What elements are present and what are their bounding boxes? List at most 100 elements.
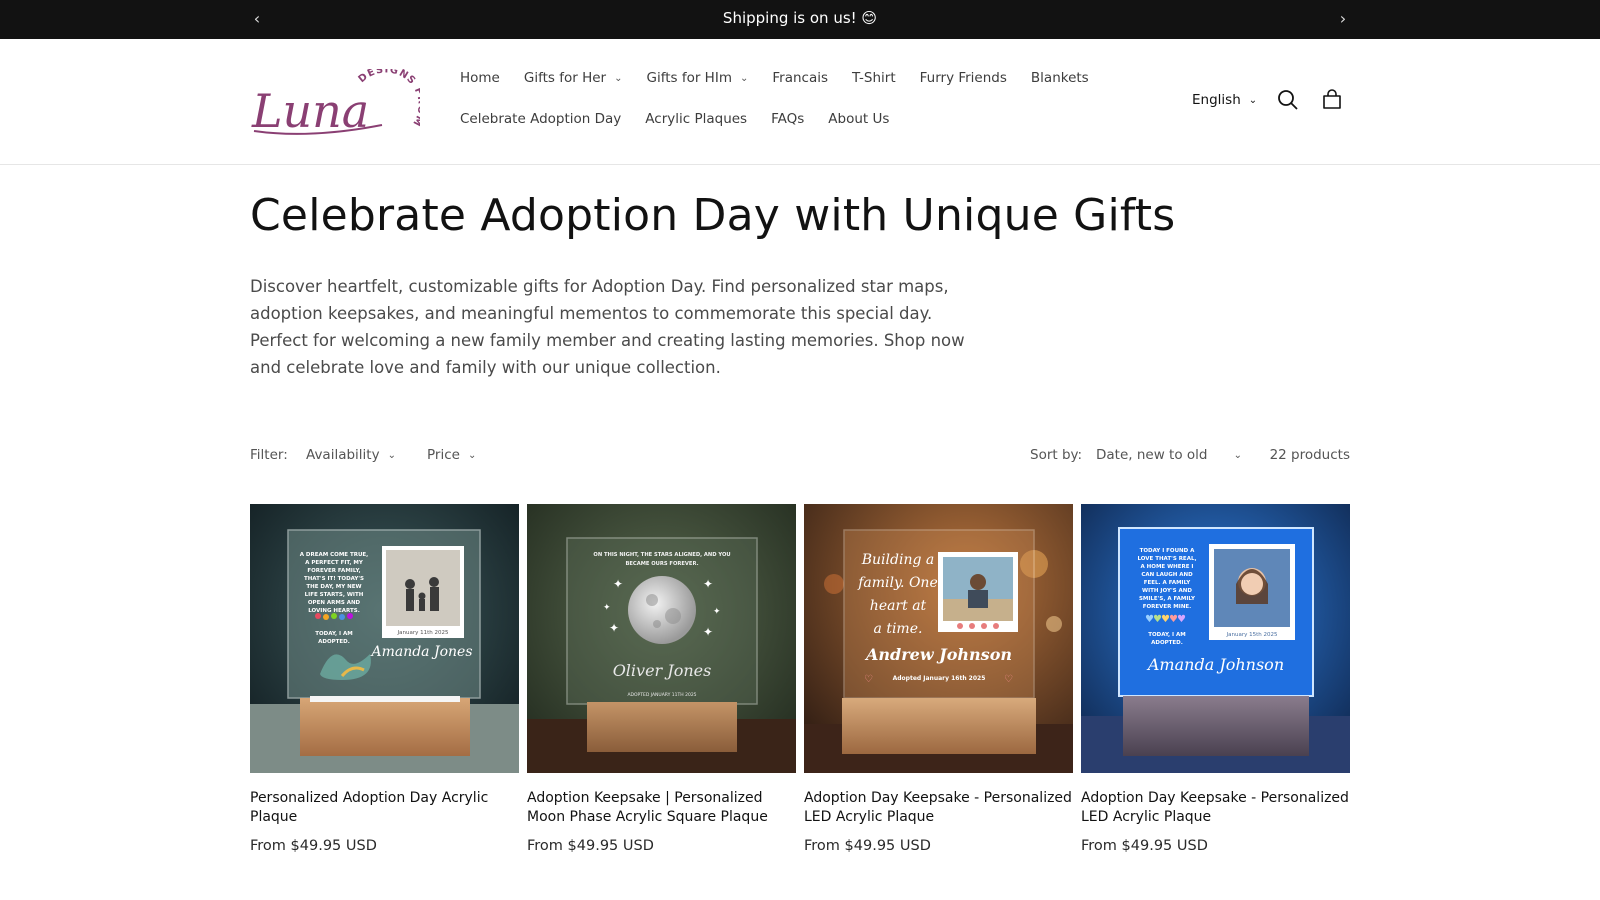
nav-gifts-for-her[interactable]: Gifts for Her ⌄ [524,70,623,86]
search-icon[interactable] [1276,88,1300,112]
nav-t-shirt[interactable]: T-Shirt [852,70,896,86]
chevron-down-icon: ⌄ [387,449,396,461]
chevron-down-icon: ⌄ [467,449,477,461]
plaque-footer-line: TODAY, I AM [1148,632,1186,638]
nav-label: Gifts for HIm [646,70,732,86]
collection-description: Discover heartfelt, customizable gifts f… [250,277,965,377]
nav-francais[interactable]: Francais [772,70,828,86]
product-image[interactable]: TODAY I FOUND A LOVE THAT'S REAL, A HOME… [1081,504,1350,773]
sort-select[interactable]: Date, new to old ⌄ [1096,447,1242,463]
chevron-down-icon: ⌄ [1233,449,1242,461]
svg-text:♡: ♡ [864,674,873,685]
plaque-text-line: CAN LAUGH AND [1141,572,1193,578]
svg-text:♡: ♡ [1004,674,1013,685]
product-grid: A DREAM COME TRUE, A PERFECT FIT, MY FOR… [250,504,1350,900]
product-title[interactable]: Personalized Adoption Day Acrylic Plaque [250,789,519,827]
product-card[interactable]: ON THIS NIGHT, THE STARS ALIGNED, AND YO… [527,504,796,854]
nav-label: About Us [828,111,890,127]
plaque-footer-line: ADOPTED JANUARY 11TH 2025 [627,692,696,698]
announcement-message: Shipping is on us! 😊 [722,9,878,27]
nav-blankets[interactable]: Blankets [1031,70,1089,86]
product-card[interactable]: Building a family. One heart at a time. … [804,504,1073,854]
nav-label: Celebrate Adoption Day [460,111,622,127]
filter-bar: Filter: Availability ⌄ Price ⌄ Sort by: Da… [250,447,1350,469]
svg-text:♥: ♥ [1177,614,1186,625]
brand-logo[interactable]: Luna DESIGNS FROM [250,64,426,139]
plaque-text-line: BECAME OURS FOREVER. [625,561,698,567]
product-image[interactable]: ON THIS NIGHT, THE STARS ALIGNED, AND YO… [527,504,796,773]
plaque-text-line: THE DAY, MY NEW [306,584,361,590]
chevron-down-icon: ⌄ [1248,94,1258,106]
svg-text:✦: ✦ [613,577,623,591]
product-image[interactable]: A DREAM COME TRUE, A PERFECT FIT, MY FOR… [250,504,519,773]
plaque-text-line: A DREAM COME TRUE, [300,552,369,558]
nav-label: Blankets [1030,70,1089,86]
language-label: English [1192,92,1241,108]
sort-label: Sort by: [1030,447,1083,463]
plaque-name: Andrew Johnson [864,645,1012,664]
plaque-footer-line: Adopted January 16th 2025 [893,675,986,682]
product-price: From $49.95 USD [804,838,931,854]
nav-faqs[interactable]: FAQs [771,111,804,127]
nav-label: Gifts for Her [523,70,607,86]
announcement-bar: ‹ Shipping is on us! 😊 › [0,0,1600,39]
plaque-text-line: Building a [861,552,934,568]
facet-availability[interactable]: Availability ⌄ [306,447,396,463]
page-title: Celebrate Adoption Day with Unique Gifts [250,190,1176,241]
plaque-text-line: THAT'S IT! TODAY'S [304,576,364,582]
cart-icon[interactable] [1320,88,1344,112]
product-card[interactable]: TODAY I FOUND A LOVE THAT'S REAL, A HOME… [1081,504,1350,854]
plaque-text-line: TODAY I FOUND A [1140,548,1196,554]
plaque-text-line: family. One [857,575,938,591]
plaque-text-line: FOREVER FAMILY, [307,568,360,574]
plaque-footer-line: ADOPTED. [1151,640,1183,646]
nav-label: FAQs [771,111,805,127]
chevron-down-icon: ⌄ [614,72,623,84]
plaque-text-line: LIFE STARTS, WITH [305,592,364,598]
product-price: From $49.95 USD [1081,838,1208,854]
facet-label: Price [427,447,460,463]
plaque-text-line: ON THIS NIGHT, THE STARS ALIGNED, AND YO… [593,552,730,558]
nav-label: T-Shirt [852,70,896,86]
plaque-text-line: FOREVER MINE. [1143,604,1192,610]
site-header: Luna DESIGNS FROM Home Gifts for Her ⌄ Gi… [0,39,1600,165]
sort-value: Date, new to old [1096,447,1208,463]
product-price: From $49.95 USD [527,838,654,854]
nav-celebrate-adoption-day[interactable]: Celebrate Adoption Day [460,111,621,127]
product-title[interactable]: Adoption Day Keepsake - Personalized LED… [1081,789,1350,827]
nav-gifts-for-him[interactable]: Gifts for HIm ⌄ [646,70,748,86]
nav-furry-friends[interactable]: Furry Friends [920,70,1007,86]
product-title[interactable]: Adoption Keepsake | Personalized Moon Ph… [527,789,796,827]
plaque-text-line: heart at [870,598,927,614]
filter-label: Filter: [250,447,288,463]
svg-text:✦: ✦ [703,577,713,591]
plaque-text-line: a time. [874,621,923,637]
product-price: From $49.95 USD [250,838,377,854]
svg-text:✦: ✦ [603,603,611,613]
product-image[interactable]: Building a family. One heart at a time. … [804,504,1073,773]
svg-text:✦: ✦ [713,607,721,617]
chevron-right-icon[interactable]: › [1334,10,1352,28]
svg-text:✦: ✦ [703,625,713,639]
facet-label: Availability [306,447,380,463]
facet-price[interactable]: Price ⌄ [427,447,476,463]
primary-nav-row-1: Home Gifts for Her ⌄ Gifts for HIm ⌄ Franc… [460,70,1113,86]
product-count: 22 products [1269,447,1350,463]
product-card[interactable]: A DREAM COME TRUE, A PERFECT FIT, MY FOR… [250,504,519,854]
nav-acrylic-plaques[interactable]: Acrylic Plaques [645,111,747,127]
svg-text:✦: ✦ [609,621,619,635]
product-title[interactable]: Adoption Day Keepsake - Personalized LED… [804,789,1073,827]
plaque-footer-line: TODAY, I AM [315,631,353,637]
language-selector[interactable]: English ⌄ [1192,92,1257,108]
plaque-name: Amanda Johnson [1146,655,1284,674]
nav-about-us[interactable]: About Us [828,111,889,127]
nav-home[interactable]: Home [460,70,500,86]
nav-label: Acrylic Plaques [645,111,748,127]
nav-label: Francais [772,70,829,86]
plaque-footer-line: ADOPTED. [318,639,350,645]
plaque-text-line: A PERFECT FIT, MY [305,560,364,566]
plaque-text-line: OPEN ARMS AND [308,600,361,606]
plaque-text-line: FEEL. A FAMILY [1144,580,1192,586]
nav-label: Furry Friends [919,70,1007,86]
plaque-text-line: A HOME WHERE I [1141,564,1194,570]
